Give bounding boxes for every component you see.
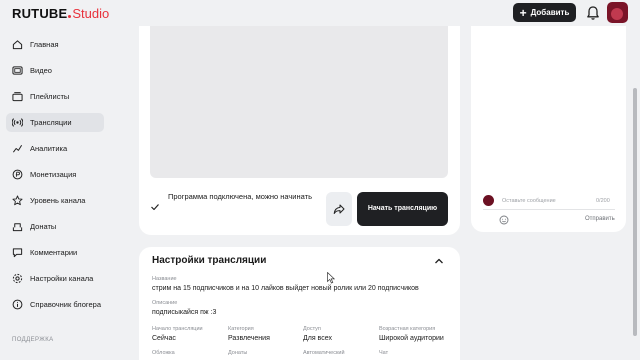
support-section-title: ПОДДЕРЖКА <box>12 337 54 343</box>
logo-accent-dot <box>68 15 72 18</box>
monetization-icon <box>12 169 23 180</box>
chat-input-underline <box>483 209 615 210</box>
emoji-icon[interactable] <box>499 215 509 225</box>
sidebar-item-home[interactable]: Главная <box>6 35 104 54</box>
stream-start-label: Начало трансляции <box>152 326 203 332</box>
stream-preview <box>150 26 448 178</box>
share-icon <box>333 204 345 214</box>
sidebar: Главная Видео Плейлисты Трансляции Анали… <box>0 26 112 360</box>
stream-status-text: Программа подключена, можно начинать <box>168 192 312 201</box>
stream-access-value: Для всех <box>303 335 332 342</box>
mouse-cursor-icon <box>327 272 335 284</box>
page-scrollbar[interactable] <box>633 88 637 336</box>
sidebar-item-monetization[interactable]: Монетизация <box>6 165 104 184</box>
settings-icon <box>12 273 23 284</box>
stream-donations-label: Донаты <box>228 350 248 356</box>
stream-access-label: Доступ <box>303 326 321 332</box>
stream-chat-label: Чат <box>379 350 389 356</box>
info-icon <box>12 299 23 310</box>
add-button-label: Добавить <box>530 8 570 17</box>
chat-char-count: 0/200 <box>596 198 610 204</box>
sidebar-item-label: Монетизация <box>30 170 77 179</box>
sidebar-item-label: Комментарии <box>30 248 78 257</box>
start-stream-button[interactable]: Начать трансляцию <box>357 192 448 226</box>
stream-cover-label: Обложка <box>152 350 175 356</box>
sidebar-item-label: Настройки канала <box>30 274 94 283</box>
stream-settings-card: Настройки трансляции Название стрим на 1… <box>139 247 460 360</box>
add-button[interactable]: + Добавить <box>513 3 576 22</box>
sidebar-item-channel-level[interactable]: Уровень канала <box>6 191 104 210</box>
sidebar-item-comments[interactable]: Комментарии <box>6 243 104 262</box>
stream-preview-card: Программа подключена, можно начинать Нач… <box>139 26 460 235</box>
level-icon <box>12 195 23 206</box>
stream-settings-title: Настройки трансляции <box>152 255 267 266</box>
broadcast-icon <box>12 118 23 127</box>
avatar[interactable] <box>607 2 628 23</box>
stream-auto-label: Автоматический <box>303 350 345 356</box>
sidebar-item-label: Справочник блогера <box>30 300 102 309</box>
stream-category-value: Развлечения <box>228 335 270 342</box>
sidebar-item-broadcasts[interactable]: Трансляции <box>6 113 104 132</box>
chat-card: Оставьте сообщение 0/200 Отправить <box>471 26 626 232</box>
sidebar-item-label: Плейлисты <box>30 92 70 101</box>
stream-age-label: Возрастная категория <box>379 326 436 332</box>
rutube-studio-logo[interactable]: RUTUBE Studio <box>12 6 110 21</box>
chat-message-input[interactable]: Оставьте сообщение <box>502 198 556 204</box>
chevron-up-icon[interactable] <box>434 257 444 265</box>
sidebar-item-label: Видео <box>30 66 52 75</box>
sidebar-item-playlists[interactable]: Плейлисты <box>6 87 104 106</box>
sidebar-item-channel-settings[interactable]: Настройки канала <box>6 269 104 288</box>
send-button[interactable]: Отправить <box>585 216 615 222</box>
sidebar-item-label: Донаты <box>30 222 57 231</box>
sidebar-item-donations[interactable]: Донаты <box>6 217 104 236</box>
logo-text: RUTUBE <box>12 6 68 21</box>
check-icon <box>151 204 159 211</box>
video-icon <box>12 66 23 75</box>
sidebar-item-blogger-guide[interactable]: Справочник блогера <box>6 295 104 314</box>
analytics-icon <box>12 145 23 153</box>
donations-icon <box>12 223 23 232</box>
chat-user-avatar <box>483 195 494 206</box>
comments-icon <box>12 248 23 258</box>
home-icon <box>12 40 23 50</box>
stream-start-value: Сейчас <box>152 335 176 342</box>
playlist-icon <box>12 92 23 102</box>
plus-icon: + <box>519 5 527 20</box>
sidebar-item-label: Уровень канала <box>30 196 86 205</box>
stream-status: Программа подключена, можно начинать <box>150 191 330 212</box>
stream-description-label: Описание <box>152 300 178 306</box>
sidebar-item-label: Трансляции <box>30 118 72 127</box>
stream-name-label: Название <box>152 276 177 282</box>
stream-category-label: Категория <box>228 326 254 332</box>
sidebar-item-video[interactable]: Видео <box>6 61 104 80</box>
logo-studio-text: Studio <box>72 6 110 21</box>
top-bar: RUTUBE Studio + Добавить <box>0 0 640 26</box>
stream-age-value: Широкой аудитории <box>379 335 444 342</box>
share-button[interactable] <box>326 192 352 226</box>
sidebar-item-label: Главная <box>30 40 59 49</box>
bell-icon[interactable] <box>586 5 600 21</box>
sidebar-item-label: Аналитика <box>30 144 68 153</box>
stream-description-value: подписыкайся пж :3 <box>152 309 217 316</box>
sidebar-item-analytics[interactable]: Аналитика <box>6 139 104 158</box>
stream-name-value: стрим на 15 подписчиков и на 10 лайков в… <box>152 285 419 292</box>
